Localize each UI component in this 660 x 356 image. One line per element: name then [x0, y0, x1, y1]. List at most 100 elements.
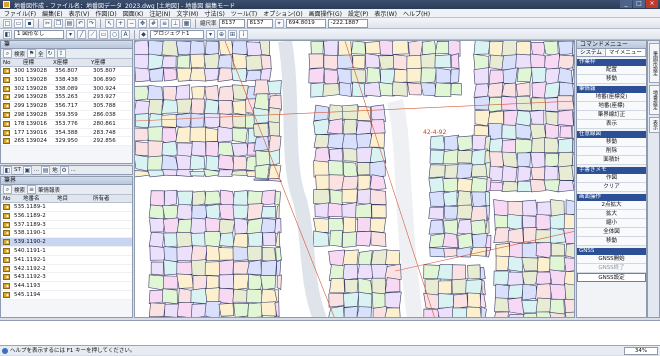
parcel-polygon[interactable]	[564, 214, 575, 230]
parcel-polygon[interactable]	[219, 303, 234, 316]
parcel-polygon[interactable]	[421, 83, 437, 96]
command-draw[interactable]: 作図	[577, 174, 646, 183]
x-coordinate-field[interactable]: 694.8019	[286, 19, 326, 28]
table-row[interactable]: ◆538.1190-1	[1, 229, 132, 238]
parcel-polygon[interactable]	[177, 274, 194, 289]
command-show[interactable]: 表示	[577, 120, 646, 129]
parcel-polygon[interactable]	[430, 150, 445, 164]
parcel-polygon[interactable]	[366, 41, 381, 54]
circle-icon[interactable]: ○	[110, 30, 119, 39]
parcel-polygon[interactable]	[371, 265, 387, 280]
command-parcel-coord-change[interactable]: 地番(座標変)	[577, 93, 646, 102]
parcel-polygon[interactable]	[357, 264, 373, 279]
parcel-polygon[interactable]	[471, 164, 487, 177]
parcel-polygon[interactable]	[276, 247, 282, 261]
parcel-polygon[interactable]	[275, 218, 281, 233]
parcel-polygon[interactable]	[480, 267, 485, 279]
parcel-polygon[interactable]	[489, 152, 503, 167]
parcel-polygon[interactable]	[496, 256, 509, 271]
parcel-polygon[interactable]	[192, 260, 207, 277]
parcel-polygon[interactable]	[261, 190, 275, 205]
layer-icon[interactable]: ≡	[160, 19, 169, 28]
parcel-polygon[interactable]	[191, 288, 207, 304]
minimize-button[interactable]: _	[620, 0, 632, 8]
parcel-polygon[interactable]	[233, 156, 248, 170]
parcel-polygon[interactable]	[261, 55, 271, 69]
parcel-polygon[interactable]	[393, 41, 409, 54]
menu-screen[interactable]: 画面操作(G)	[309, 9, 342, 18]
search-button[interactable]: 検索	[14, 186, 25, 194]
parcel-polygon[interactable]	[269, 150, 280, 165]
parcel-polygon[interactable]	[550, 270, 566, 287]
table-row[interactable]: ◆545.1194	[1, 291, 132, 300]
parcel-polygon[interactable]	[135, 68, 150, 82]
parcel-polygon[interactable]	[330, 278, 345, 292]
parcel-polygon[interactable]	[220, 114, 234, 129]
parcel-polygon[interactable]	[218, 170, 232, 177]
map-tab-icon[interactable]: ▤	[41, 166, 50, 175]
command-area[interactable]: 面積計	[577, 156, 646, 165]
parcel-polygon[interactable]	[315, 203, 330, 218]
parcel-polygon[interactable]	[385, 308, 400, 318]
command-pan[interactable]: 移動	[577, 237, 646, 246]
parcel-polygon[interactable]	[407, 55, 422, 69]
parcel-polygon[interactable]	[177, 204, 193, 220]
parcel-polygon[interactable]	[330, 231, 343, 247]
parcel-polygon[interactable]	[162, 41, 178, 56]
parcel-polygon[interactable]	[544, 138, 559, 153]
parcel-polygon[interactable]	[481, 307, 486, 318]
parcel-polygon[interactable]	[429, 191, 444, 207]
scale-field-2[interactable]: 8137	[247, 19, 273, 28]
parcel-polygon[interactable]	[457, 191, 472, 207]
parcel-polygon[interactable]	[357, 189, 371, 205]
layer-select[interactable]: 1 図形なし	[14, 30, 64, 39]
parcel-polygon[interactable]	[190, 54, 206, 68]
parcel-polygon[interactable]	[430, 248, 446, 257]
parcel-polygon[interactable]	[191, 99, 204, 115]
parcel-polygon[interactable]	[205, 288, 220, 304]
parcel-polygon[interactable]	[218, 68, 233, 82]
parcel-polygon[interactable]	[314, 189, 330, 204]
parcel-polygon[interactable]	[468, 293, 481, 308]
tab-st[interactable]: ST	[14, 167, 21, 173]
parcel-polygon[interactable]	[488, 83, 503, 98]
parcel-polygon[interactable]	[393, 82, 408, 96]
parcel-polygon[interactable]	[323, 84, 340, 97]
parcel-polygon[interactable]	[205, 232, 222, 247]
parcel-polygon[interactable]	[516, 82, 530, 96]
parcel-polygon[interactable]	[190, 155, 205, 170]
parcel-polygon[interactable]	[314, 161, 330, 177]
parcel-polygon[interactable]	[536, 284, 551, 300]
table-row-selected[interactable]: ◆539.1190-2	[1, 238, 132, 247]
parcel-polygon[interactable]	[565, 312, 575, 318]
side-tab-display[interactable]: 表示	[649, 117, 660, 133]
parcel-polygon[interactable]	[436, 68, 451, 84]
menu-text[interactable]: 文字(M)	[177, 9, 199, 18]
text-icon[interactable]: A	[121, 30, 130, 39]
parcel-polygon[interactable]	[485, 191, 490, 205]
side-tab-parcel-settings[interactable]: 地番設定	[649, 85, 660, 115]
parcel-polygon[interactable]	[444, 206, 459, 219]
parcel-polygon[interactable]	[219, 260, 233, 276]
parcel-polygon[interactable]	[365, 54, 380, 69]
parcel-polygon[interactable]	[205, 85, 219, 100]
command-gnss-start[interactable]: GNSS開始	[577, 255, 646, 264]
parcel-polygon[interactable]	[324, 70, 338, 85]
table-row[interactable]: ◆296139028355.263293.927	[1, 93, 132, 102]
table-row[interactable]: ◆265139024329.950292.856	[1, 137, 132, 146]
parcel-polygon[interactable]	[218, 127, 235, 143]
parcel-polygon[interactable]	[435, 83, 451, 97]
parcel-polygon[interactable]	[314, 134, 329, 148]
search-button[interactable]: 検索	[14, 50, 25, 58]
parcel-polygon[interactable]	[343, 148, 358, 161]
parcel-polygon[interactable]	[371, 250, 387, 265]
parcel-polygon[interactable]	[262, 247, 276, 262]
parcel-polygon[interactable]	[219, 100, 233, 115]
parcel-polygon[interactable]	[482, 280, 485, 295]
parcel-polygon[interactable]	[328, 203, 344, 217]
dropdown-icon[interactable]: ▾	[206, 30, 215, 39]
y-coordinate-field[interactable]: -222.1887	[328, 19, 368, 28]
parcel-polygon[interactable]	[219, 288, 234, 303]
parcel-polygon[interactable]	[162, 141, 178, 156]
parcel-polygon[interactable]	[522, 200, 538, 216]
